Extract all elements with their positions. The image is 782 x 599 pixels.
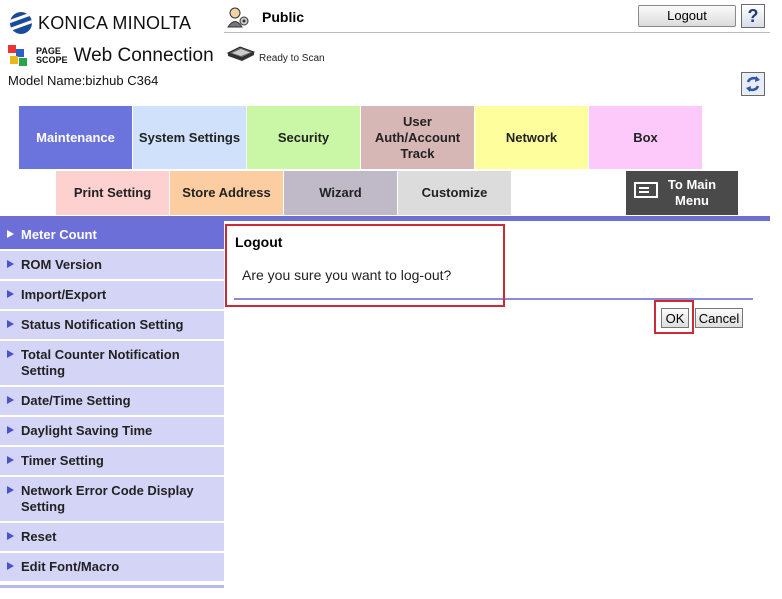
- sidebar-item-timer-setting[interactable]: Timer Setting: [0, 447, 224, 477]
- tab-system-settings[interactable]: System Settings: [133, 106, 246, 169]
- sidebar-item-reset[interactable]: Reset: [0, 523, 224, 553]
- sidebar-item-label: Total Counter Notification Setting: [21, 347, 180, 378]
- arrow-right-icon: [7, 532, 14, 540]
- main-menu-icon: [634, 182, 658, 198]
- sidebar-item-meter-count[interactable]: Meter Count: [0, 221, 224, 251]
- sidebar-menu: Meter Count ROM Version Import/Export St…: [0, 221, 224, 583]
- tab-security[interactable]: Security: [247, 106, 360, 169]
- public-user-icon: [227, 7, 249, 28]
- tab-box[interactable]: Box: [589, 106, 702, 169]
- sidebar-item-date-time-setting[interactable]: Date/Time Setting: [0, 387, 224, 417]
- tab-network[interactable]: Network: [475, 106, 588, 169]
- message-highlight-frame: [225, 224, 505, 307]
- header-divider: [224, 32, 770, 33]
- ok-button[interactable]: OK: [661, 308, 689, 328]
- sidebar-item-total-counter-notification[interactable]: Total Counter Notification Setting: [0, 341, 224, 387]
- user-mode-label: Public: [262, 9, 305, 25]
- web-connection-logo: PAGE SCOPE Web Connection: [8, 45, 214, 67]
- arrow-right-icon: [7, 426, 14, 434]
- sidebar-item-label: Status Notification Setting: [21, 317, 184, 332]
- sidebar-bottom-border: [0, 585, 224, 588]
- sidebar-item-edit-font-macro[interactable]: Edit Font/Macro: [0, 553, 224, 583]
- arrow-right-icon: [7, 230, 14, 238]
- sidebar-item-status-notification[interactable]: Status Notification Setting: [0, 311, 224, 341]
- arrow-right-icon: [7, 396, 14, 404]
- sidebar-item-label: Timer Setting: [21, 453, 104, 468]
- sidebar-item-label: Daylight Saving Time: [21, 423, 153, 438]
- arrow-right-icon: [7, 562, 14, 570]
- scanner-status-icon: [226, 46, 256, 61]
- tab-customize[interactable]: Customize: [398, 171, 511, 215]
- pagescope-icon: [8, 45, 30, 67]
- sidebar-item-network-error-code[interactable]: Network Error Code Display Setting: [0, 477, 224, 523]
- sidebar-item-label: Network Error Code Display Setting: [21, 483, 194, 514]
- arrow-right-icon: [7, 260, 14, 268]
- sidebar-item-label: Reset: [21, 529, 57, 544]
- tab-store-address[interactable]: Store Address: [170, 171, 283, 215]
- to-main-menu-button[interactable]: To Main Menu: [626, 171, 738, 215]
- brand-name: KONICA MINOLTA: [38, 12, 192, 33]
- arrow-right-icon: [7, 290, 14, 298]
- brand-logo: KONICA MINOLTA: [10, 12, 191, 34]
- to-main-menu-label: To Main Menu: [667, 177, 717, 208]
- sidebar-item-label: Date/Time Setting: [21, 393, 131, 408]
- sidebar-item-label: Edit Font/Macro: [21, 559, 120, 574]
- sidebar-item-label: Import/Export: [21, 287, 107, 302]
- arrow-right-icon: [7, 456, 14, 464]
- arrow-right-icon: [7, 486, 14, 494]
- arrow-right-icon: [7, 350, 14, 358]
- tab-print-setting[interactable]: Print Setting: [56, 171, 169, 215]
- pagescope-label: PAGE SCOPE: [36, 46, 68, 65]
- model-name: Model Name:bizhub C364: [8, 73, 159, 88]
- arrow-right-icon: [7, 320, 14, 328]
- konica-minolta-globe-icon: [10, 12, 32, 34]
- refresh-icon[interactable]: [741, 72, 765, 96]
- cancel-button[interactable]: Cancel: [695, 308, 743, 328]
- sidebar-item-label: Meter Count: [21, 227, 97, 242]
- sidebar-item-daylight-saving-time[interactable]: Daylight Saving Time: [0, 417, 224, 447]
- tab-wizard[interactable]: Wizard: [284, 171, 397, 215]
- device-status: Ready to Scan: [259, 53, 325, 64]
- help-button[interactable]: ?: [741, 4, 765, 28]
- sidebar-item-import-export[interactable]: Import/Export: [0, 281, 224, 311]
- product-name: Web Connection: [73, 45, 214, 66]
- tab-maintenance[interactable]: Maintenance: [19, 106, 132, 169]
- logout-button[interactable]: Logout: [638, 5, 736, 27]
- tab-user-auth-account-track[interactable]: User Auth/Account Track: [361, 106, 474, 169]
- sidebar-item-rom-version[interactable]: ROM Version: [0, 251, 224, 281]
- sidebar-item-label: ROM Version: [21, 257, 102, 272]
